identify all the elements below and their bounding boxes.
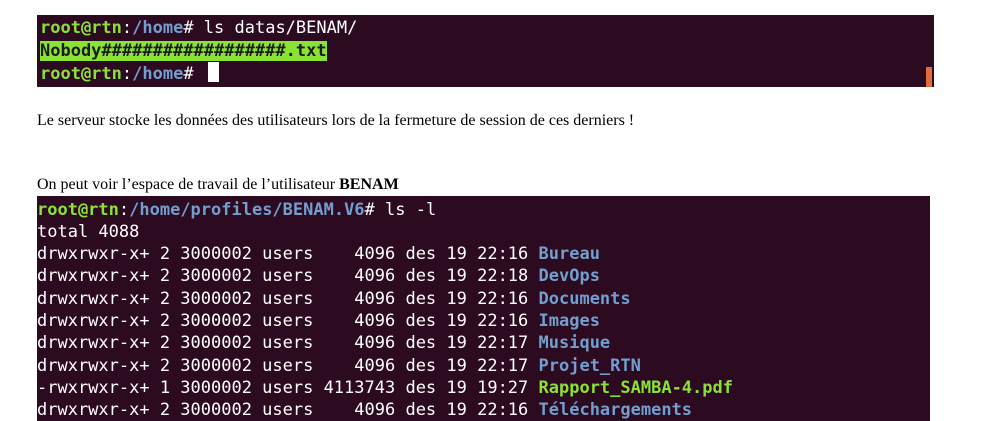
listing-dir-name: DevOps	[538, 266, 600, 287]
command-text: # ls -l	[364, 200, 437, 220]
terminal1-line-1: root@rtn:/home# ls datas/BENAM/	[40, 17, 357, 39]
prompt-separator: :	[121, 64, 133, 84]
listing-row-meta: drwxrwxr-x+ 2 3000002 users 4096 des 19 …	[37, 355, 539, 376]
prompt-path: /home	[132, 64, 184, 84]
listing-dir-name: Documents	[538, 288, 631, 309]
prompt-user: root@rtn	[40, 18, 122, 38]
listing-file-name: Rapport_SAMBA-4.pdf	[538, 377, 733, 398]
listing-row-meta: drwxrwxr-x+ 2 3000002 users 4096 des 19 …	[37, 288, 539, 309]
terminal-screenshot-1: root@rtn:/home# ls datas/BENAM/ Nobody##…	[37, 15, 934, 87]
prompt-separator: :	[121, 18, 133, 38]
listing-row-meta: drwxrwxr-x+ 2 3000002 users 4096 des 19 …	[37, 333, 539, 354]
terminal-screenshot-2: root@rtn:/home/profiles/BENAM.V6# ls -l …	[37, 196, 930, 421]
listing-row: drwxrwxr-x+ 2 3000002 users 4096 des 19 …	[37, 399, 692, 421]
listing-row: drwxrwxr-x+ 2 3000002 users 4096 des 19 …	[37, 288, 631, 310]
listing-row: drwxrwxr-x+ 2 3000002 users 4096 des 19 …	[37, 355, 641, 377]
listing-dir-name: Téléchargements	[538, 400, 693, 421]
listing-row-meta: drwxrwxr-x+ 2 3000002 users 4096 des 19 …	[37, 244, 539, 264]
listing-row: -rwxrwxr-x+ 1 3000002 users 4113743 des …	[37, 377, 733, 399]
listing-row: drwxrwxr-x+ 2 3000002 users 4096 des 19 …	[37, 332, 610, 354]
listing-dir-name: Bureau	[538, 244, 600, 264]
terminal2-prompt-line: root@rtn:/home/profiles/BENAM.V6# ls -l	[37, 199, 436, 221]
terminal1-line-2: Nobody##################.txt	[40, 40, 327, 62]
prompt-path: /home/profiles/BENAM.V6	[129, 200, 365, 220]
paragraph-server-storage: Le serveur stocke les données des utilis…	[37, 112, 635, 129]
listing-dir-name: Musique	[538, 333, 611, 354]
listing-dir-name: Projet_RTN	[538, 355, 641, 376]
listing-row: drwxrwxr-x+ 2 3000002 users 4096 des 19 …	[37, 243, 600, 265]
terminal2-total-line: total 4088	[37, 222, 140, 242]
output-file-highlight: Nobody##################.txt	[40, 41, 327, 61]
listing-row-meta: -rwxrwxr-x+ 1 3000002 users 4113743 des …	[37, 377, 539, 398]
listing-row-meta: drwxrwxr-x+ 2 3000002 users 4096 des 19 …	[37, 400, 539, 421]
paragraph-workspace-text: On peut voir l’espace de travail de l’ut…	[37, 176, 340, 193]
terminal1-line-3: root@rtn:/home#	[40, 62, 219, 84]
prompt-separator: :	[118, 200, 130, 220]
listing-row: drwxrwxr-x+ 2 3000002 users 4096 des 19 …	[37, 310, 600, 332]
listing-row-meta: drwxrwxr-x+ 2 3000002 users 4096 des 19 …	[37, 310, 539, 331]
prompt-path: /home	[132, 18, 184, 38]
listing-row: drwxrwxr-x+ 2 3000002 users 4096 des 19 …	[37, 265, 600, 287]
prompt-user: root@rtn	[37, 200, 119, 220]
scrollbar-thumb[interactable]	[926, 67, 932, 87]
listing-row-meta: drwxrwxr-x+ 2 3000002 users 4096 des 19 …	[37, 266, 539, 287]
command-text: #	[183, 64, 204, 84]
prompt-user: root@rtn	[40, 64, 122, 84]
paragraph-workspace-user: BENAM	[339, 176, 399, 193]
terminal-cursor	[207, 62, 219, 82]
listing-dir-name: Images	[538, 310, 600, 331]
paragraph-workspace: On peut voir l’espace de travail de l’ut…	[37, 176, 399, 194]
command-text: # ls datas/BENAM/	[183, 18, 358, 38]
